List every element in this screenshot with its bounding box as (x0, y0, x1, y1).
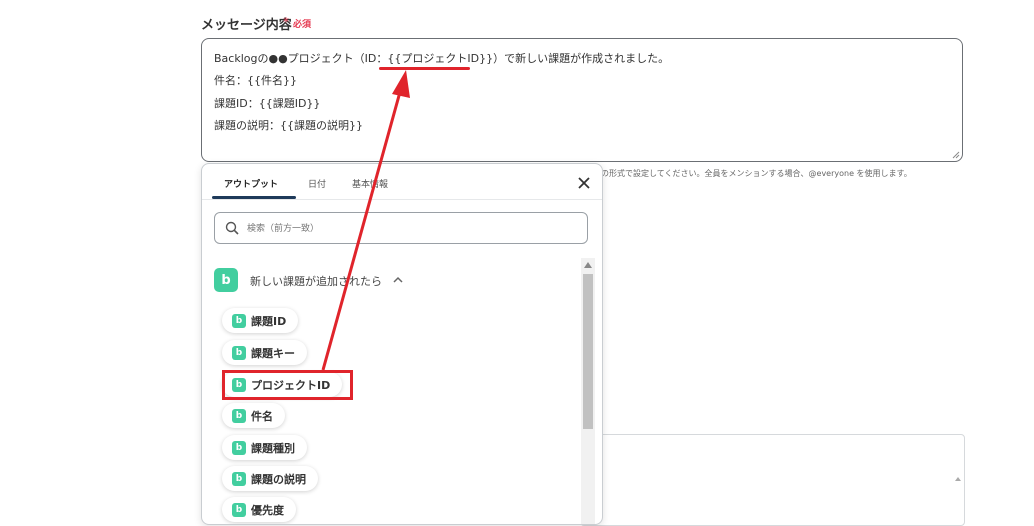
backlog-logo-icon: b (232, 313, 246, 328)
list-scrollbar[interactable] (581, 258, 595, 524)
annotation-underline (379, 67, 470, 70)
required-label: 必須 (293, 20, 312, 30)
output-item-issue-type[interactable]: b 課題種別 (222, 435, 307, 460)
backlog-logo-icon: b (232, 440, 246, 455)
close-icon[interactable] (576, 175, 592, 191)
message-line-4: 課題の説明：{{課題の説明}} (214, 119, 363, 132)
tab-output[interactable]: アウトプット (224, 177, 278, 190)
output-item-issue-id[interactable]: b 課題ID (222, 308, 299, 333)
group-title[interactable]: 新しい課題が追加されたら (250, 273, 382, 289)
background-field (580, 434, 965, 526)
output-item-label: 課題ID (251, 314, 287, 328)
resize-grip-icon[interactable] (952, 151, 960, 159)
output-item-subject[interactable]: b 件名 (222, 403, 285, 428)
tab-divider (202, 199, 602, 200)
help-text: の形式で設定してください。全員をメンションする場合、@everyone を使用し… (601, 169, 912, 178)
backlog-logo-icon: b (232, 345, 246, 360)
backlog-logo-icon: b (232, 408, 246, 423)
backlog-logo-icon: b (214, 268, 238, 292)
search-box (214, 212, 588, 244)
backlog-logo-icon: b (232, 502, 246, 517)
field-label: メッセージ内容 (201, 18, 292, 33)
output-item-label: 優先度 (251, 503, 284, 517)
output-item-issue-key[interactable]: b 課題キー (222, 340, 307, 365)
scroll-up-icon[interactable] (954, 439, 962, 519)
message-line-1: Backlogの●●プロジェクト（ID：{{プロジェクトID}}）で新しい課題が… (214, 52, 670, 65)
message-line-3: 課題ID：{{課題ID}} (214, 97, 321, 110)
output-item-label: 課題キー (251, 346, 295, 360)
backlog-logo-icon: b (232, 471, 246, 486)
output-item-label: 課題の説明 (251, 472, 306, 486)
tab-basic-info[interactable]: 基本情報 (352, 177, 388, 190)
chevron-up-icon[interactable] (393, 276, 403, 284)
tab-date[interactable]: 日付 (308, 177, 326, 190)
required-star: * (283, 15, 289, 29)
scroll-up-icon[interactable] (584, 262, 592, 268)
output-item-label: 件名 (251, 409, 273, 423)
message-textarea[interactable]: Backlogの●●プロジェクト（ID：{{プロジェクトID}}）で新しい課題が… (201, 38, 963, 162)
output-item-label: 課題種別 (251, 441, 295, 455)
output-item-description[interactable]: b 課題の説明 (222, 466, 318, 491)
message-line-2: 件名：{{件名}} (214, 74, 297, 87)
variable-picker-popup: アウトプット 日付 基本情報 b 新しい課題が追加されたら b 課題ID b 課… (201, 163, 603, 525)
search-input[interactable] (245, 219, 579, 239)
output-item-priority[interactable]: b 優先度 (222, 497, 296, 522)
scrollbar-thumb[interactable] (583, 274, 593, 429)
search-icon (225, 221, 239, 235)
annotation-highlight-box (222, 370, 353, 400)
